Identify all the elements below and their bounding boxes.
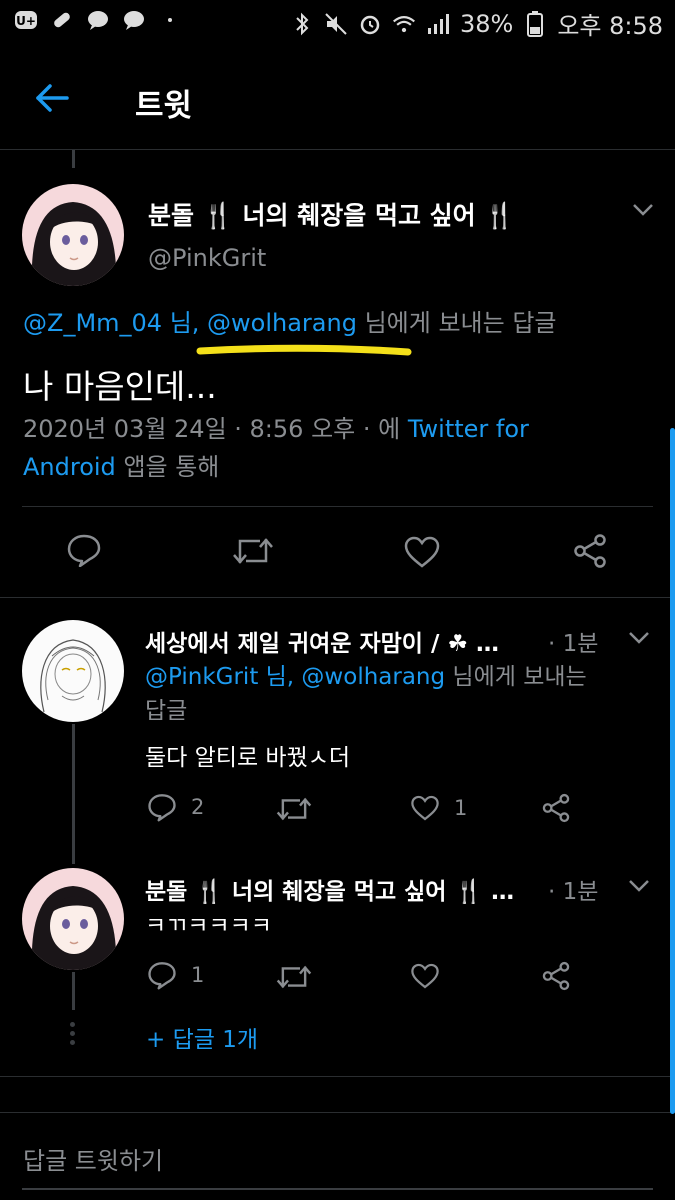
avatar-image [22,868,124,970]
reply-icon [148,962,176,990]
chevron-down-icon [629,632,649,644]
tweet-datetime: 2020년 03월 24일 · 8:56 오후 · 에 [23,415,401,443]
svg-text:U+: U+ [16,14,36,28]
share-icon [542,961,570,991]
chat-bubble-icon [86,8,110,32]
heart-icon [411,963,439,989]
avatar-image [22,620,124,722]
chat-bubble-icon-2 [122,8,146,32]
dot-icon [158,8,182,32]
tweet-source-suffix: 앱을 통해 [123,453,220,481]
reply-icon [67,534,101,567]
reply1-reply-button[interactable]: 2 [147,792,204,822]
reply1-replying-to: @PinkGrit 님, @wolharang 님에게 보내는 답글 [145,660,645,728]
heart-icon [411,795,439,821]
carrier-icon: U+ [14,8,38,32]
show-more-replies-link[interactable]: + 답글 1개 [146,1020,258,1054]
more-replies-dots [70,1022,76,1045]
share-button[interactable] [572,533,608,569]
scrollbar[interactable] [670,428,675,1114]
reply1-suffix-2: 답글 [145,698,188,724]
yellow-highlight-mark [196,344,412,356]
replying-to-mentions[interactable]: @Z_Mm_04 님, @wolharang [23,309,357,337]
share-icon [574,534,606,568]
tweet-author-name[interactable]: 분돌 🍴 너의 췌장을 먹고 싶어 🍴 [148,196,515,232]
pill-icon [50,8,74,32]
chevron-down-icon [633,204,653,216]
clock-time: 오후 8:58 [557,12,663,40]
reply2-retweet-button[interactable] [276,963,312,991]
chevron-down-icon [629,880,649,892]
replying-to-suffix: 님에게 보내는 답글 [364,309,557,337]
mute-icon [324,12,348,36]
reply1-like-button[interactable]: 1 [410,794,467,822]
compose-underline [22,1188,653,1190]
avatar-reply2[interactable] [22,868,124,970]
tweet-author-handle[interactable]: @PinkGrit [148,244,266,272]
reply2-time: · 1분 [548,879,599,905]
retweet-icon [276,965,312,989]
tweet-source-link-1[interactable]: Twitter for [408,415,529,443]
avatar-pinkgrit[interactable] [22,184,124,286]
actions-divider [0,597,675,598]
bluetooth-icon [290,12,314,36]
reply1-author-name[interactable]: 세상에서 제일 귀여운 자맘이 / ☘ … [145,624,499,658]
reply1-mentions[interactable]: @PinkGrit 님, @wolharang [145,664,445,690]
reply2-share-button[interactable] [541,961,571,991]
reply2-reply-count: 1 [191,963,205,987]
reply2-menu-caret[interactable] [626,876,652,896]
thread-connector-top [72,150,75,168]
back-button[interactable] [32,78,72,118]
replying-to: @Z_Mm_04 님, @wolharang 님에게 보내는 답글 [23,306,557,340]
reply1-time: · 1분 [548,631,599,657]
status-bar: U+ 38% 오후 8:58 [0,0,675,46]
avatar-reply1[interactable] [22,620,124,722]
thread-end-divider [0,1076,675,1077]
tweet-text: 나 마음인데... [23,367,217,406]
signal-icon [426,12,450,36]
thread-connector-2 [72,972,75,1010]
tweet-source-link-2[interactable]: Android [23,453,116,481]
app-header: 트윗 [0,58,675,138]
reply-icon [148,794,176,822]
retweet-button[interactable] [232,535,274,567]
page-title: 트윗 [135,88,193,124]
avatar-image [22,184,124,286]
wifi-icon [392,12,416,36]
compose-top-divider [0,1112,675,1113]
reply1-suffix: 님에게 보내는 [452,664,587,690]
back-arrow-icon [36,84,69,112]
reply-button[interactable] [66,533,102,567]
tweet-meta: 2020년 03월 24일 · 8:56 오후 · 에 Twitter for … [23,410,623,486]
tweet-menu-caret[interactable] [630,200,656,220]
reply1-reply-count: 2 [191,795,205,819]
reply2-text: ㅋㄲㅋㅋㅋㅋ [145,913,272,939]
heart-icon [404,536,440,568]
alarm-icon [358,12,382,36]
thread-connector-1 [72,724,75,864]
retweet-icon [276,797,312,821]
reply2-author-name[interactable]: 분돌 🍴 너의 췌장을 먹고 싶어 🍴 … [145,872,514,906]
reply2-like-button[interactable] [410,962,440,990]
reply1-menu-caret[interactable] [626,628,652,648]
reply2-reply-button[interactable]: 1 [147,960,204,990]
reply1-share-button[interactable] [541,793,571,823]
share-icon [542,793,570,823]
reply-compose-input[interactable]: 답글 트윗하기 [23,1141,163,1176]
battery-percent: 38% [459,9,514,38]
retweet-icon [233,538,273,564]
battery-icon [523,10,547,37]
reply1-retweet-button[interactable] [276,795,312,823]
like-button[interactable] [403,535,441,569]
reply1-text: 둘다 알티로 바꿨ㅅ더 [145,745,351,771]
meta-divider [22,506,653,507]
reply1-like-count: 1 [454,796,468,820]
header-divider [0,149,675,150]
